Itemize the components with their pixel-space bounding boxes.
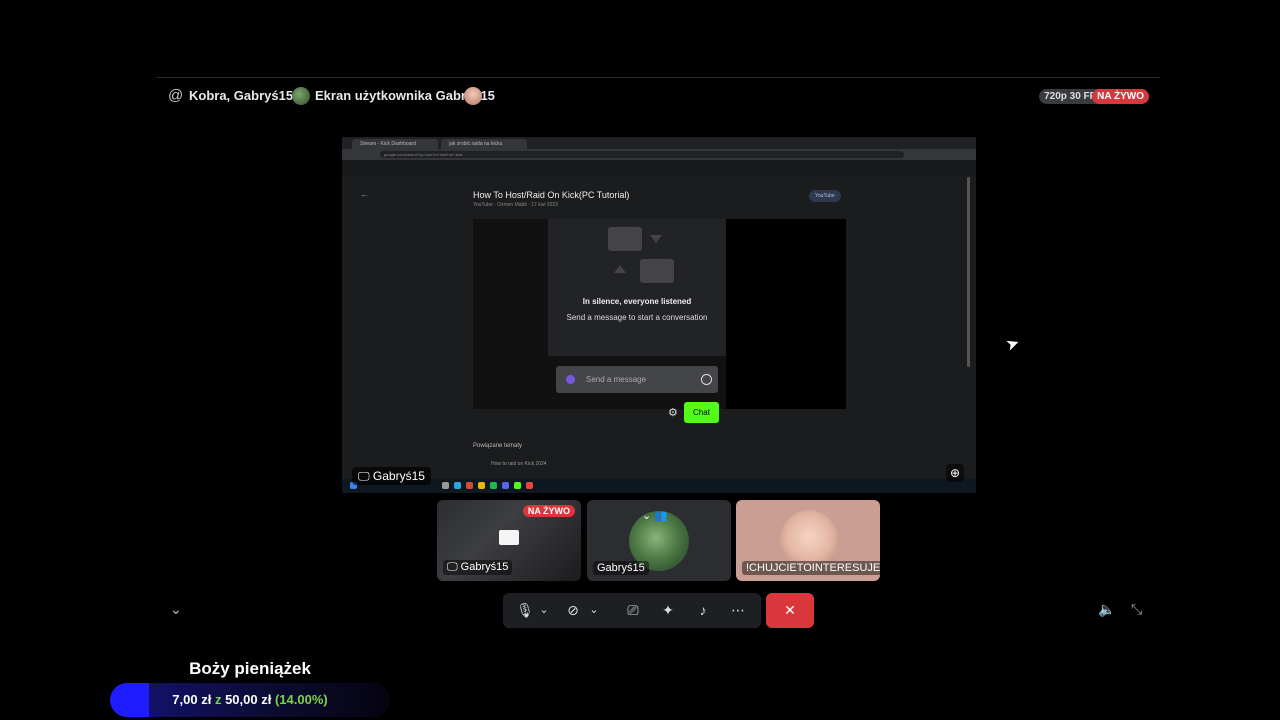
participant-tile[interactable]: !CHUJCIETOINTERESUJE [736, 500, 880, 581]
browser-tab: jak zrobić raida na kicku [441, 139, 527, 149]
chevron-down-icon[interactable]: ⌄ [587, 593, 601, 628]
browser-tab-strip: Stream - Kick Dashboard jak zrobić raida… [342, 137, 976, 149]
related-item: How to raid on Kick 2024 [491, 461, 547, 467]
taskbar-app-icon [514, 482, 521, 489]
hangup-icon: ✕ [784, 602, 796, 618]
hangup-button[interactable]: ✕ [766, 593, 814, 628]
gear-icon: ⚙ [668, 407, 678, 419]
video-title: How To Host/Raid On Kick(PC Tutorial) [473, 190, 630, 200]
related-heading: Powiązane tematy [473, 443, 523, 449]
taskbar-app-icon [490, 482, 497, 489]
screen-icon: 🖵 [447, 561, 461, 573]
browser-toolbar: google.com/search?q=how+to+raid+on+kick [342, 149, 976, 160]
taskbar-app-icon [454, 482, 461, 489]
chat-empty-subtitle: Send a message to start a conversation [566, 313, 708, 322]
activities-icon[interactable]: ✦ [656, 593, 680, 628]
donation-progress-text: 7,00 zł z 50,00 zł (14.00%) [110, 683, 390, 717]
video-meta: YouTube · Ozmen Mabit · 17 kwi 2023 [473, 202, 558, 208]
chat-placeholder: Send a message [586, 375, 647, 384]
video-frame [726, 219, 846, 409]
chevron-down-icon[interactable]: ⌄ [170, 601, 182, 618]
soundboard-icon[interactable]: ♪ [691, 593, 715, 628]
taskbar-app-icon [526, 482, 533, 489]
taskbar-app-icon [466, 482, 473, 489]
exit-fullscreen-icon[interactable]: ⤡ [1131, 601, 1142, 618]
chevron-down-icon[interactable]: ⌄ [537, 593, 551, 628]
participant-name: Gabryś15 [593, 561, 649, 575]
screen-icon [499, 530, 519, 545]
donation-progress-bar: 7,00 zł z 50,00 zł (14.00%) [110, 683, 390, 717]
live-badge: NA ŻYWO [1092, 89, 1149, 104]
call-controls: 🎙 ⌄ ⊘ ⌄ ⎚ ✦ ♪ ⋯ [503, 593, 761, 628]
screen-icon: 🖵 [358, 469, 373, 483]
shared-screen[interactable]: Stream - Kick Dashboard jak zrobić raida… [342, 137, 976, 493]
windows-taskbar [342, 479, 976, 493]
chat-panel: In silence, everyone listened Send a mes… [548, 219, 726, 356]
taskbar-app-icon [502, 482, 509, 489]
user-badge-icon [566, 375, 575, 384]
chat-send-button: Chat [684, 402, 719, 423]
volume-icon[interactable]: 🔈 [1098, 601, 1115, 618]
scrollbar [967, 177, 970, 367]
camera-off-icon[interactable]: ⊘ [561, 593, 585, 628]
donation-separator: z [214, 692, 222, 707]
taskbar-app-icon [478, 482, 485, 489]
url-field: google.com/search?q=how+to+raid+on+kick [380, 151, 904, 158]
at-icon: @ [168, 87, 184, 104]
microphone-icon[interactable]: 🎙 [513, 593, 537, 628]
live-badge: NA ŻYWO [522, 505, 575, 517]
taskbar-app-icon [442, 482, 449, 489]
participant-name: 🖵 Gabryś15 [443, 560, 513, 575]
search-bar [342, 160, 976, 176]
call-header: @ Kobra, Gabryś15 Ekran użytkownika Gabr… [156, 78, 1160, 114]
more-icon[interactable]: ⋯ [726, 593, 750, 628]
participant-name: !CHUJCIETOINTERESUJE [742, 561, 880, 575]
donation-current: 7,00 zł [172, 692, 212, 707]
back-arrow-icon: ← [360, 189, 369, 199]
channel-name[interactable]: Kobra, Gabryś15 [189, 88, 293, 103]
emoji-icon [701, 374, 712, 385]
screen-sharer-label: 🖵 Gabryś15 [352, 467, 431, 485]
chat-message-input: Send a message [556, 366, 718, 393]
donation-goal-title: Boży pieniążek [189, 659, 311, 678]
participant-tile[interactable]: NA ŻYWO 🖵 Gabryś15 [437, 500, 581, 581]
chat-empty-title: In silence, everyone listened [582, 297, 692, 306]
screen-share-icon[interactable]: ⎚ [621, 593, 645, 628]
chevron-down-icon[interactable]: ⌄ 👥 [642, 509, 668, 522]
chat-empty-illustration [608, 227, 674, 283]
browser-tab: Stream - Kick Dashboard [352, 139, 438, 149]
donation-goal: 50,00 zł [225, 692, 272, 707]
avatar [464, 87, 482, 105]
zoom-in-icon[interactable]: ⊕ [946, 464, 964, 482]
avatar [292, 87, 310, 105]
youtube-chip: YouTube [809, 190, 841, 202]
donation-percent: (14.00%) [274, 692, 328, 707]
participant-tile[interactable]: ⌄ 👥 Gabryś15 [587, 500, 731, 581]
